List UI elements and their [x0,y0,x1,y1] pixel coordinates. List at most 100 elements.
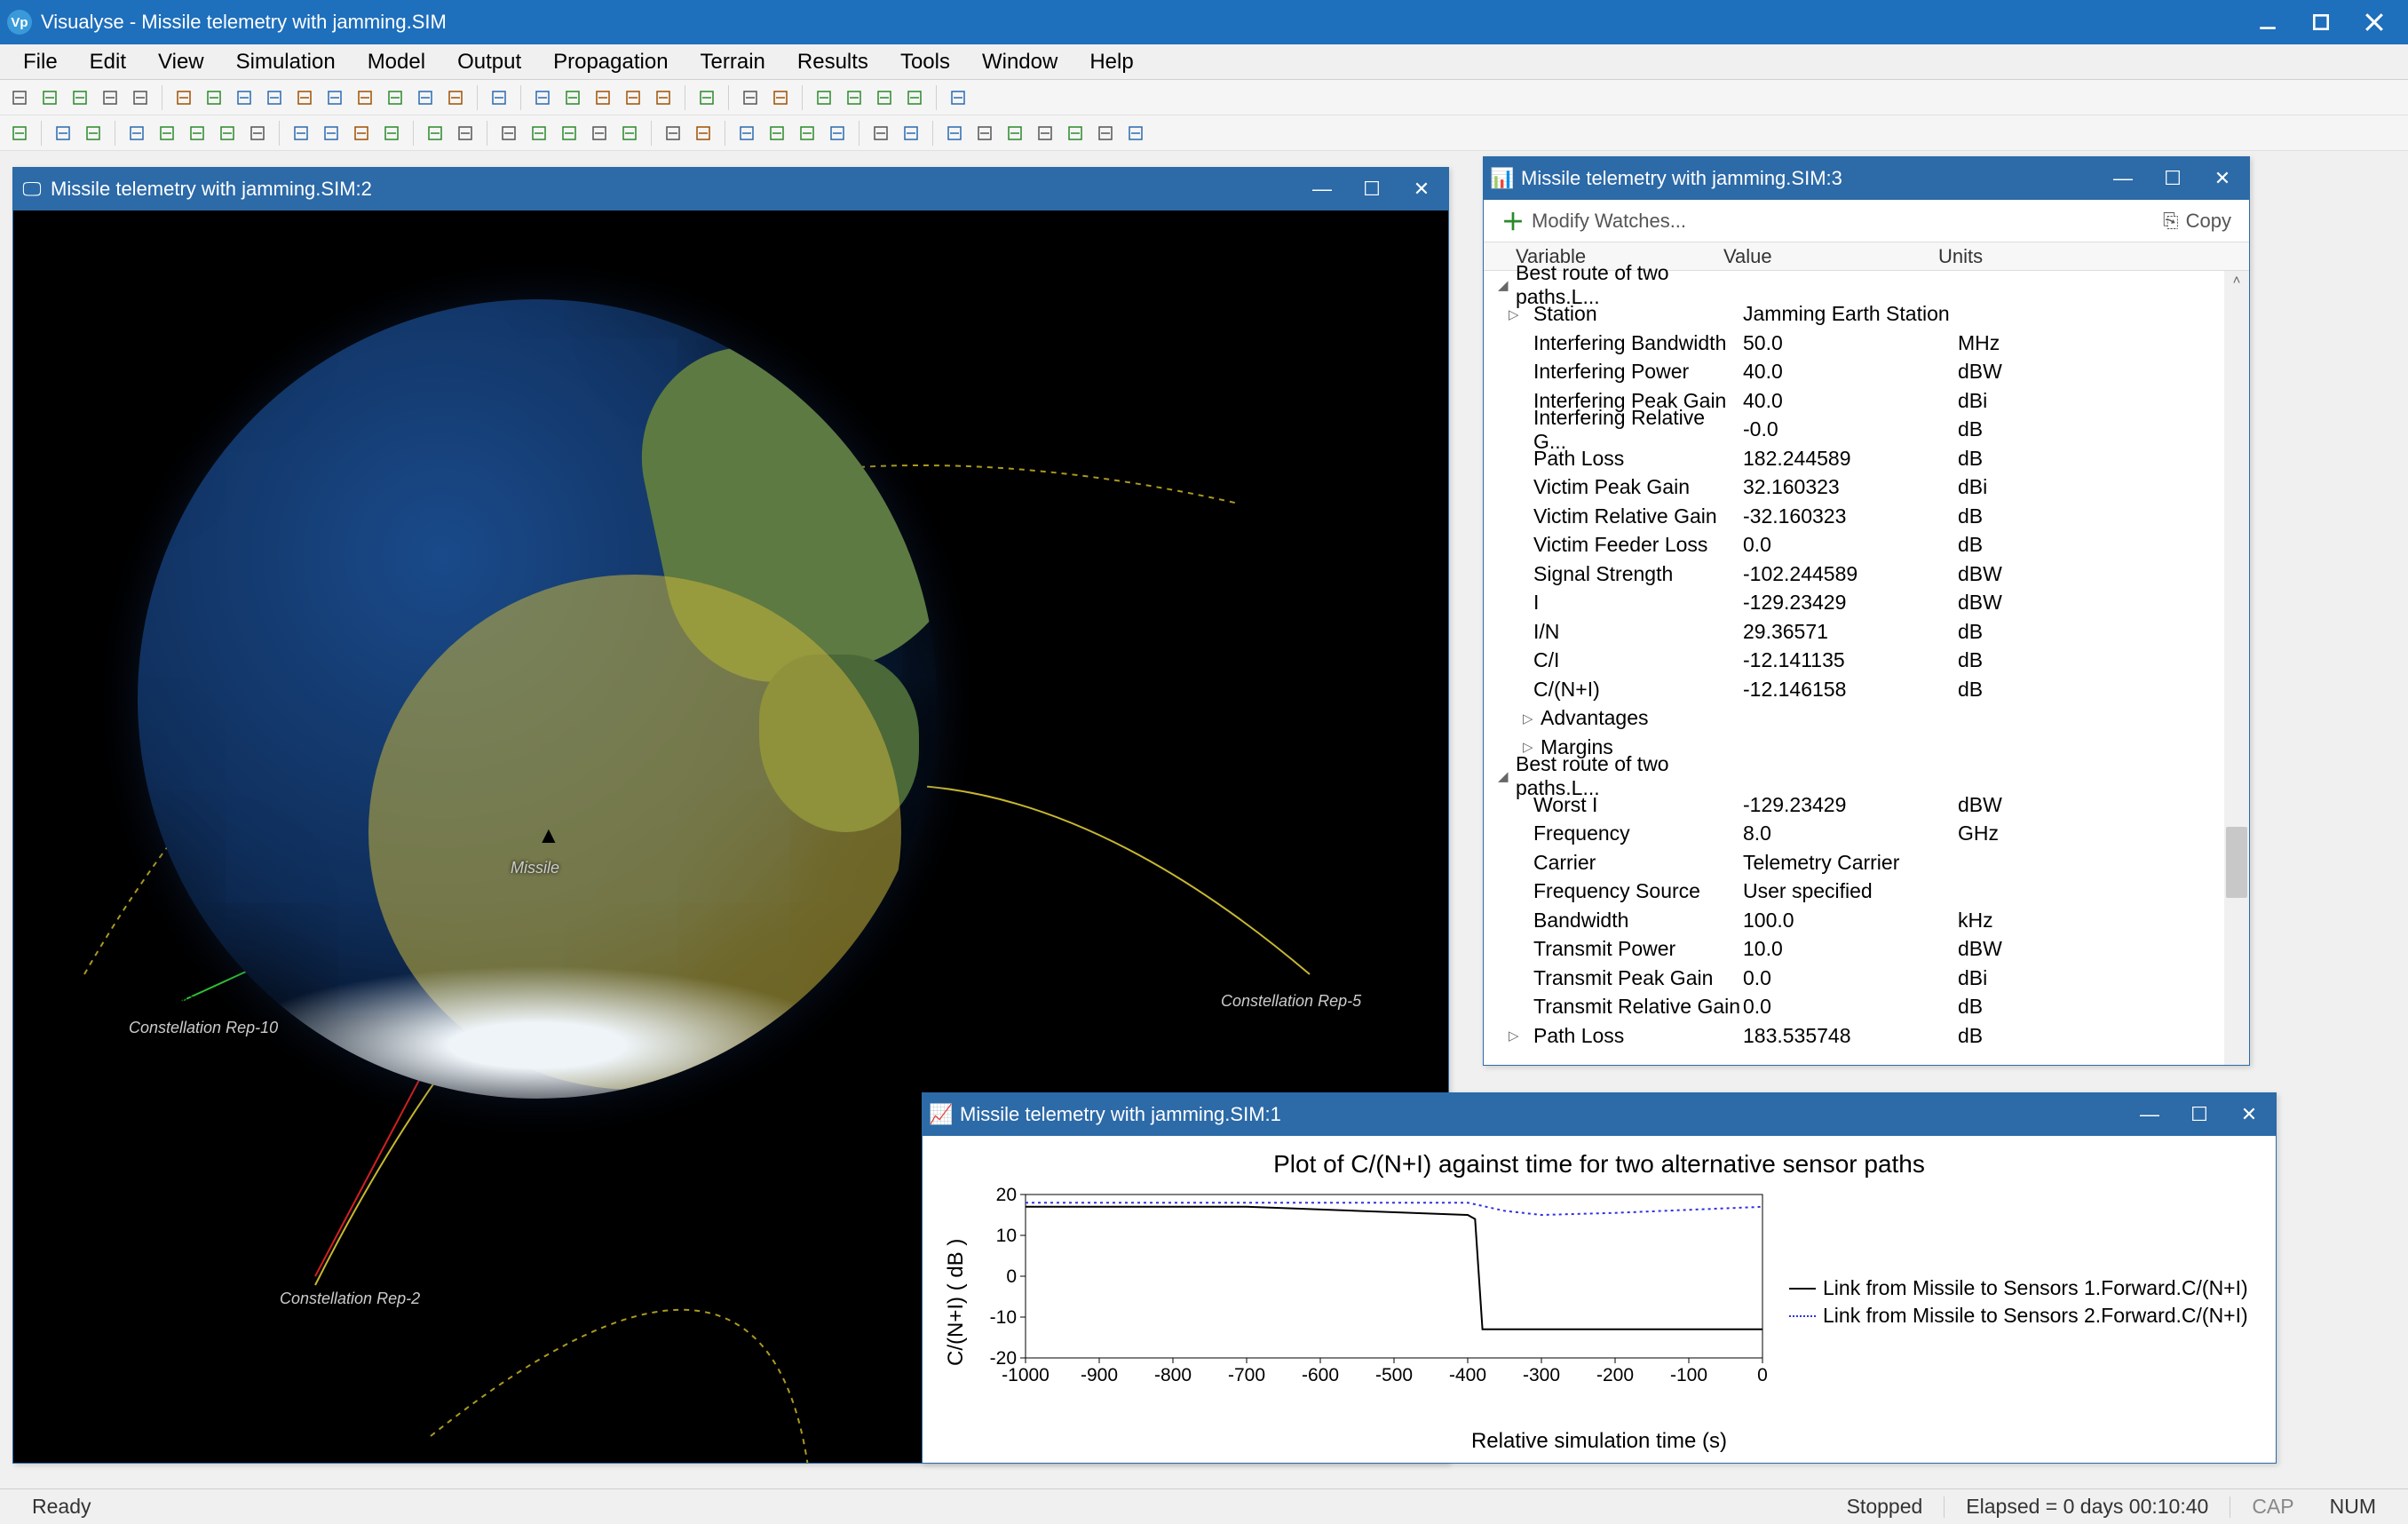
menu-model[interactable]: Model [352,44,441,80]
scrollbar[interactable]: ˄ [2224,271,2249,1065]
expand-icon[interactable]: ▷ [1509,306,1526,322]
toolbar-button[interactable] [36,83,64,112]
toolbar-button[interactable] [317,119,345,147]
toolbar-button[interactable] [659,119,687,147]
toolbar-button[interactable] [451,119,479,147]
table-row[interactable]: Worst I-129.23429dBW [1484,790,2249,820]
child-close-button[interactable]: ✕ [2231,1102,2267,1127]
toolbar-button[interactable] [260,83,289,112]
toolbar-button[interactable] [525,119,553,147]
toolbar-button[interactable] [290,83,319,112]
toolbar-button[interactable] [970,119,999,147]
table-row[interactable]: Victim Feeder Loss0.0dB [1484,531,2249,560]
table-row[interactable]: Path Loss182.244589dB [1484,444,2249,473]
toolbar-button[interactable] [944,83,972,112]
toolbar-button[interactable] [96,83,124,112]
menu-tools[interactable]: Tools [884,44,966,80]
toolbar-button[interactable] [49,119,77,147]
expand-icon[interactable]: ▷ [1509,1028,1526,1044]
menu-window[interactable]: Window [966,44,1073,80]
toolbar-button[interactable] [867,119,895,147]
modify-watches-button[interactable]: ＋ Modify Watches... [1501,204,1686,237]
toolbar-button[interactable] [126,83,154,112]
toolbar-button[interactable] [1121,119,1150,147]
toolbar-button[interactable] [213,119,242,147]
table-row[interactable]: I-129.23429dBW [1484,589,2249,618]
toolbar-button[interactable] [5,119,34,147]
toolbar-button[interactable] [897,119,925,147]
collapse-icon[interactable]: ◢ [1498,277,1516,293]
toolbar-button[interactable] [287,119,315,147]
toolbar-button[interactable] [763,119,791,147]
menu-help[interactable]: Help [1073,44,1149,80]
toolbar-button[interactable] [495,119,523,147]
table-row[interactable]: Bandwidth100.0kHz [1484,906,2249,935]
chart-plot-area[interactable]: -20-1001020-1000-900-800-700-600-500-400… [972,1186,1771,1390]
table-row[interactable]: C/(N+I)-12.146158dB [1484,675,2249,704]
toolbar-button[interactable] [528,83,557,112]
toolbar-button[interactable] [823,119,852,147]
child-window-titlebar[interactable]: 📊 Missile telemetry with jamming.SIM:3 —… [1484,157,2249,200]
toolbar-button[interactable] [321,83,349,112]
table-row[interactable]: ▷StationJamming Earth Station [1484,300,2249,329]
toolbar-button[interactable] [555,119,583,147]
table-row[interactable]: Transmit Peak Gain0.0dBi [1484,964,2249,993]
menu-results[interactable]: Results [781,44,884,80]
menu-view[interactable]: View [142,44,220,80]
toolbar-button[interactable] [615,119,644,147]
minimize-button[interactable] [2241,0,2294,44]
toolbar-button[interactable] [766,83,795,112]
table-group-row[interactable]: ◢Best route of two paths.L... [1484,271,2249,300]
toolbar-button[interactable] [649,83,677,112]
toolbar-button[interactable] [200,83,228,112]
toolbar-button[interactable] [693,83,721,112]
toolbar-button[interactable] [558,83,587,112]
child-minimize-button[interactable]: — [1304,177,1340,202]
toolbar-button[interactable] [79,119,107,147]
menu-output[interactable]: Output [441,44,537,80]
table-row[interactable]: Signal Strength-102.244589dBW [1484,560,2249,589]
toolbar-button[interactable] [153,119,181,147]
toolbar-button[interactable] [381,83,409,112]
scroll-up-icon[interactable]: ˄ [2228,271,2246,289]
table-row[interactable]: Victim Relative Gain-32.160323dB [1484,502,2249,531]
toolbar-button[interactable] [733,119,761,147]
toolbar-button[interactable] [793,119,821,147]
child-maximize-button[interactable]: ☐ [2182,1102,2217,1127]
table-row[interactable]: Frequency SourceUser specified [1484,877,2249,907]
table-row[interactable]: Interfering Power40.0dBW [1484,358,2249,387]
toolbar-button[interactable] [421,119,449,147]
toolbar-button[interactable] [441,83,470,112]
toolbar-button[interactable] [689,119,717,147]
table-row[interactable]: I/N29.36571dB [1484,617,2249,647]
toolbar-button[interactable] [66,83,94,112]
close-button[interactable] [2348,0,2401,44]
maximize-button[interactable] [2294,0,2348,44]
toolbar-button[interactable] [347,119,376,147]
child-close-button[interactable]: ✕ [1404,177,1439,202]
toolbar-button[interactable] [170,83,198,112]
table-row[interactable]: Victim Peak Gain32.160323dBi [1484,473,2249,503]
toolbar-button[interactable] [589,83,617,112]
toolbar-button[interactable] [870,83,899,112]
table-row[interactable]: Interfering Relative G...-0.0dB [1484,416,2249,445]
table-subgroup-row[interactable]: ▷Advantages [1484,704,2249,734]
table-row[interactable]: Transmit Relative Gain0.0dB [1484,993,2249,1022]
toolbar-button[interactable] [411,83,440,112]
toolbar-button[interactable] [243,119,272,147]
toolbar-button[interactable] [183,119,211,147]
table-row[interactable]: Interfering Bandwidth50.0MHz [1484,329,2249,358]
column-header-units[interactable]: Units [1938,245,2249,268]
toolbar-button[interactable] [1031,119,1059,147]
menu-terrain[interactable]: Terrain [685,44,781,80]
child-maximize-button[interactable]: ☐ [2155,166,2190,191]
toolbar-button[interactable] [230,83,258,112]
toolbar-button[interactable] [840,83,868,112]
toolbar-button[interactable] [619,83,647,112]
menu-propagation[interactable]: Propagation [537,44,684,80]
child-window-titlebar[interactable]: 📈 Missile telemetry with jamming.SIM:1 —… [923,1093,2276,1136]
toolbar-button[interactable] [123,119,151,147]
expand-icon[interactable]: ▷ [1523,710,1541,726]
toolbar-button[interactable] [351,83,379,112]
toolbar-button[interactable] [485,83,513,112]
